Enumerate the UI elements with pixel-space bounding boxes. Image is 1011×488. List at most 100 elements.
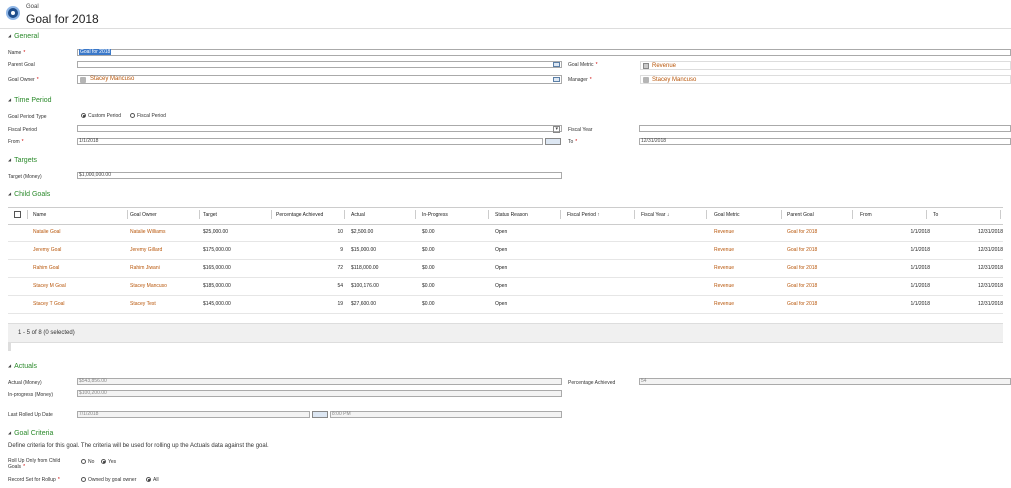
column-header[interactable]: Fiscal Year ↓ [641,212,669,218]
table-cell-link[interactable]: Rahim Goal [33,265,59,271]
select-all-checkbox[interactable] [14,211,21,218]
parent-goal-label: Parent Goal [8,62,35,68]
radio-selected-icon[interactable] [101,459,106,464]
table-cell-link[interactable]: Goal for 2018 [787,229,817,235]
rollup-yes-radio[interactable]: Yes [101,459,116,465]
fiscal-period-radio[interactable]: Fiscal Period [130,113,166,119]
column-header[interactable]: To [933,212,938,218]
table-cell-link[interactable]: Goal for 2018 [787,283,817,289]
owned-by-goal-owner-radio[interactable]: Owned by goal owner [81,477,136,483]
grid-top-border [8,207,1003,208]
table-cell-link[interactable]: Revenue [714,247,734,253]
table-cell-link[interactable]: Natalie Williams [130,229,166,235]
parent-goal-input[interactable] [77,61,562,68]
table-cell: 12/31/2018 [977,247,1003,253]
table-cell: $15,000.00 [351,247,377,253]
target-money-input[interactable]: $1,000,000.00 [77,172,562,179]
from-label: From * [8,139,24,145]
table-cell-link[interactable]: Stacey M Goal [33,283,66,289]
table-cell-link[interactable]: Revenue [714,265,734,271]
grid-header-border [8,224,1003,225]
section-goal-criteria[interactable]: Goal Criteria [8,430,53,437]
column-header[interactable]: From [860,212,872,218]
lookup-icon[interactable] [553,62,560,67]
table-cell-link[interactable]: Rahim Jiwani [130,265,160,271]
table-cell: 1/1/2018 [910,247,930,253]
radio-selected-icon[interactable] [146,477,151,482]
in-progress-money-label: In-progress (Money) [8,392,54,398]
user-icon [80,77,86,83]
from-date-input[interactable]: 1/1/2018 [77,138,543,145]
column-header[interactable]: Name [33,212,46,218]
table-cell-link[interactable]: Revenue [714,301,734,307]
table-cell: 12/31/2018 [977,283,1003,289]
table-cell-link[interactable]: Revenue [714,283,734,289]
goal-metric-link[interactable]: Revenue [652,63,676,69]
table-cell-link[interactable]: Goal for 2018 [787,265,817,271]
column-separator [852,210,853,219]
manager-field[interactable]: Stacey Mancuso [640,75,1011,84]
rollup-no-radio[interactable]: No [81,459,94,465]
column-separator [781,210,782,219]
table-cell: Open [495,265,508,271]
grid-scroll-indicator [8,343,11,351]
table-cell: 54 [337,283,343,289]
goal-owner-label: Goal Owner * [8,77,39,83]
column-header[interactable]: Status Reason [495,212,528,218]
column-header[interactable]: Actual [351,212,365,218]
column-header[interactable]: Fiscal Period ↑ [567,212,600,218]
table-cell: $0.00 [422,283,435,289]
radio-icon[interactable] [81,477,86,482]
fiscal-period-select[interactable]: ▾ [77,125,562,133]
table-cell-link[interactable]: Goal for 2018 [787,301,817,307]
goal-metric-field[interactable]: Revenue [640,61,1011,70]
fiscal-year-input[interactable] [639,125,1011,132]
goal-owner-link[interactable]: Stacey Mancuso [90,76,134,82]
section-targets[interactable]: Targets [8,157,37,164]
manager-link[interactable]: Stacey Mancuso [652,77,696,83]
table-cell: 1/1/2018 [910,229,930,235]
table-cell-link[interactable]: Stacey Mancuso [130,283,167,289]
column-separator [271,210,272,219]
table-cell-link[interactable]: Jeremy Gillard [130,247,162,253]
grid-footer [8,323,1003,343]
lookup-icon[interactable] [553,77,560,82]
section-actuals[interactable]: Actuals [8,363,37,370]
column-header[interactable]: Goal Metric [714,212,740,218]
to-label: To * [568,139,578,145]
section-child-goals[interactable]: Child Goals [8,191,50,198]
table-cell-link[interactable]: Stacey T Goal [33,301,65,307]
chevron-down-icon[interactable]: ▾ [553,126,560,133]
grid-record-count: 1 - 5 of 8 (0 selected) [18,330,75,336]
fiscal-period-label: Fiscal Period [8,127,37,133]
column-header[interactable]: In-Progress [422,212,448,218]
percentage-achieved-input: 54 [639,378,1011,385]
row-divider [8,313,1003,314]
header-divider [0,28,1011,29]
radio-icon[interactable] [130,113,135,118]
table-cell: $0.00 [422,229,435,235]
column-header[interactable]: Goal Owner [130,212,157,218]
goal-owner-input[interactable]: Stacey Mancuso [77,75,562,84]
table-cell: Open [495,229,508,235]
section-general[interactable]: General [8,33,39,40]
column-header[interactable]: Percentage Achieved [276,212,323,218]
table-cell-link[interactable]: Stacey Test [130,301,156,307]
radio-selected-icon[interactable] [81,113,86,118]
column-header[interactable]: Parent Goal [787,212,814,218]
custom-period-radio[interactable]: Custom Period [81,113,121,119]
table-cell: 1/1/2018 [910,301,930,307]
table-cell: $27,600.00 [351,301,377,307]
calendar-icon[interactable] [545,138,561,145]
table-cell-link[interactable]: Revenue [714,229,734,235]
table-cell-link[interactable]: Jeremy Goal [33,247,61,253]
all-records-radio[interactable]: All [146,477,159,483]
radio-icon[interactable] [81,459,86,464]
table-cell-link[interactable]: Natalie Goal [33,229,61,235]
column-header[interactable]: Target [203,212,217,218]
section-time-period[interactable]: Time Period [8,97,51,104]
table-cell-link[interactable]: Goal for 2018 [787,247,817,253]
to-date-input[interactable]: 12/31/2018 [639,138,1011,145]
fiscal-year-label: Fiscal Year [568,127,593,133]
name-input[interactable]: Goal for 2018 [77,49,1011,56]
